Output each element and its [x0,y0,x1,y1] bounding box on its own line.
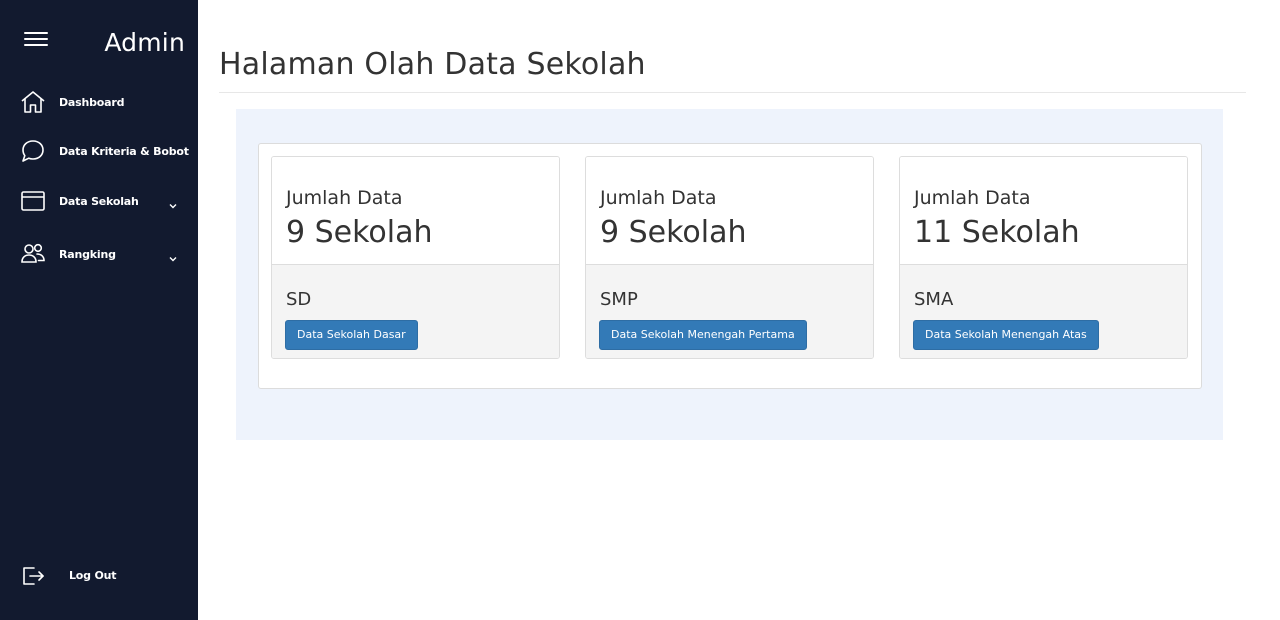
card-footer: SMA Data Sekolah Menengah Atas [900,265,1187,358]
chevron-down-icon[interactable] [168,196,178,209]
card-footer: SD Data Sekolah Dasar [272,265,559,358]
card-level: SMA [914,289,954,310]
card-header: Jumlah Data 9 Sekolah [586,157,873,265]
sidebar-item-rangking[interactable]: Rangking [0,236,198,272]
card-sma: Jumlah Data 11 Sekolah SMA Data Sekolah … [899,156,1188,359]
logout-label: Log Out [69,569,117,582]
card-caption: Jumlah Data [914,187,1031,209]
page-title: Halaman Olah Data Sekolah [219,47,646,82]
sidebar-item-data-kriteria[interactable]: Data Kriteria & Bobot [0,133,198,169]
card-caption: Jumlah Data [286,187,403,209]
data-sekolah-menengah-atas-button[interactable]: Data Sekolah Menengah Atas [913,320,1099,350]
card-smp: Jumlah Data 9 Sekolah SMP Data Sekolah M… [585,156,874,359]
stats-panel: Jumlah Data 9 Sekolah SD Data Sekolah Da… [258,143,1202,389]
hamburger-menu-icon[interactable] [24,32,48,48]
card-footer: SMP Data Sekolah Menengah Pertama [586,265,873,358]
users-icon [19,240,47,268]
sidebar-item-label: Dashboard [59,95,125,109]
data-sekolah-menengah-pertama-button[interactable]: Data Sekolah Menengah Pertama [599,320,807,350]
card-count: 9 Sekolah [286,215,433,250]
card-header: Jumlah Data 11 Sekolah [900,157,1187,265]
main-content: Halaman Olah Data Sekolah Jumlah Data 9 … [219,0,1246,620]
content-panel: Jumlah Data 9 Sekolah SD Data Sekolah Da… [236,109,1223,440]
sidebar-item-label: Rangking [59,247,116,261]
logout-button[interactable]: Log Out [0,558,198,594]
data-sekolah-dasar-button[interactable]: Data Sekolah Dasar [285,320,418,350]
chevron-down-icon[interactable] [168,249,178,262]
sidebar-item-dashboard[interactable]: Dashboard [0,84,198,120]
sidebar-item-label: Data Kriteria & Bobot [59,144,189,158]
brand-title: Admin [104,28,185,57]
sidebar-item-label: Data Sekolah [59,194,139,208]
card-level: SD [286,289,312,310]
sidebar: Admin Dashboard Data Kriteria & Bobot Da… [0,0,198,620]
card-count: 11 Sekolah [914,215,1080,250]
sidebar-item-data-sekolah[interactable]: Data Sekolah [0,183,198,219]
card-header: Jumlah Data 9 Sekolah [272,157,559,265]
chat-bubble-icon [19,137,47,165]
folder-icon [19,187,47,215]
home-icon [19,88,47,116]
card-sd: Jumlah Data 9 Sekolah SD Data Sekolah Da… [271,156,560,359]
card-level: SMP [600,289,638,310]
title-divider [219,92,1246,93]
logout-icon [19,562,47,590]
card-count: 9 Sekolah [600,215,747,250]
card-caption: Jumlah Data [600,187,717,209]
